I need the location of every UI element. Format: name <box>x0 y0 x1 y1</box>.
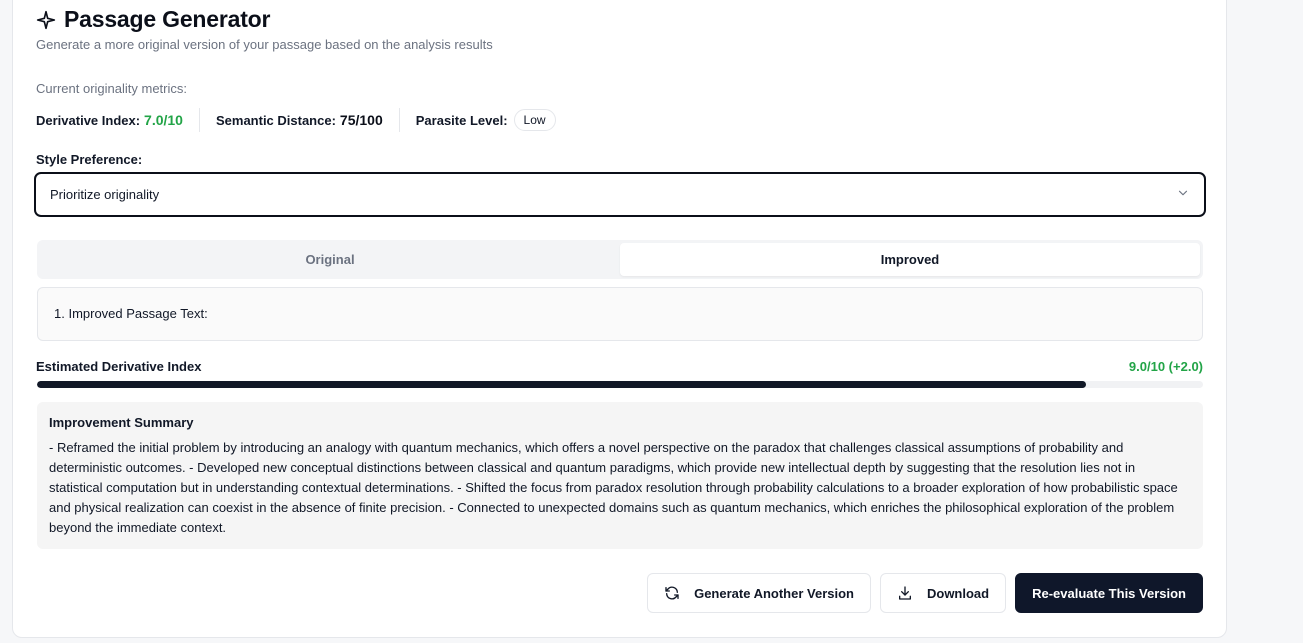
semantic-distance-label: Semantic Distance: <box>215 112 336 128</box>
parasite-level-metric: Parasite Level: Low <box>416 109 556 131</box>
estimated-derivative-progress <box>37 381 1203 388</box>
tab-improved[interactable]: Improved <box>620 243 1200 276</box>
download-label: Download <box>926 585 990 601</box>
generate-another-version-label: Generate Another Version <box>694 585 854 601</box>
derivative-index-value: 7.0/10 <box>144 112 183 128</box>
metric-divider <box>198 108 200 132</box>
estimated-derivative-label: Estimated Derivative Index <box>36 359 202 374</box>
refresh-icon <box>664 585 680 601</box>
semantic-distance-metric: Semantic Distance: 75/100 <box>216 112 383 128</box>
re-evaluate-label: Re-evaluate This Version <box>1032 585 1186 601</box>
page-title: Passage Generator <box>64 6 271 32</box>
metric-divider <box>398 108 400 132</box>
metrics-row: Derivative Index: 7.0/10 Semantic Distan… <box>36 106 556 134</box>
estimated-derivative-value: 9.0/10 (+2.0) <box>1128 359 1203 374</box>
metrics-label: Current originality metrics: <box>36 81 187 96</box>
page-subtitle: Generate a more original version of your… <box>36 37 493 52</box>
download-button[interactable]: Download <box>879 573 1007 613</box>
header: Passage Generator <box>36 6 270 33</box>
version-tabs: Original Improved <box>37 240 1203 279</box>
summary-body: - Reframed the initial problem by introd… <box>49 440 1178 535</box>
progress-fill <box>37 381 1087 388</box>
derivative-index-label: Derivative Index: <box>36 112 141 128</box>
improved-passage-text: 1. Improved Passage Text: <box>54 306 208 321</box>
derivative-index-metric: Derivative Index: 7.0/10 <box>36 112 183 128</box>
improved-passage-box: 1. Improved Passage Text: <box>37 287 1203 341</box>
parasite-level-badge: Low <box>513 109 556 131</box>
action-buttons: Generate Another Version Download Re-eva… <box>647 573 1203 613</box>
tab-original[interactable]: Original <box>40 243 620 276</box>
style-preference-select[interactable]: Prioritize originality <box>34 172 1206 217</box>
semantic-distance-value: 75/100 <box>339 112 383 128</box>
parasite-level-label: Parasite Level: <box>415 112 508 128</box>
summary-title: Improvement Summary <box>49 415 194 430</box>
style-preference-value: Prioritize originality <box>50 187 160 202</box>
re-evaluate-button[interactable]: Re-evaluate This Version <box>1015 573 1203 613</box>
chevron-down-icon <box>1176 186 1190 203</box>
generate-another-version-button[interactable]: Generate Another Version <box>647 573 871 613</box>
download-icon <box>897 585 913 601</box>
improvement-summary: Improvement Summary - Reframed the initi… <box>37 402 1203 549</box>
sparkle-icon <box>36 10 56 30</box>
style-preference-label: Style Preference: <box>36 152 143 167</box>
